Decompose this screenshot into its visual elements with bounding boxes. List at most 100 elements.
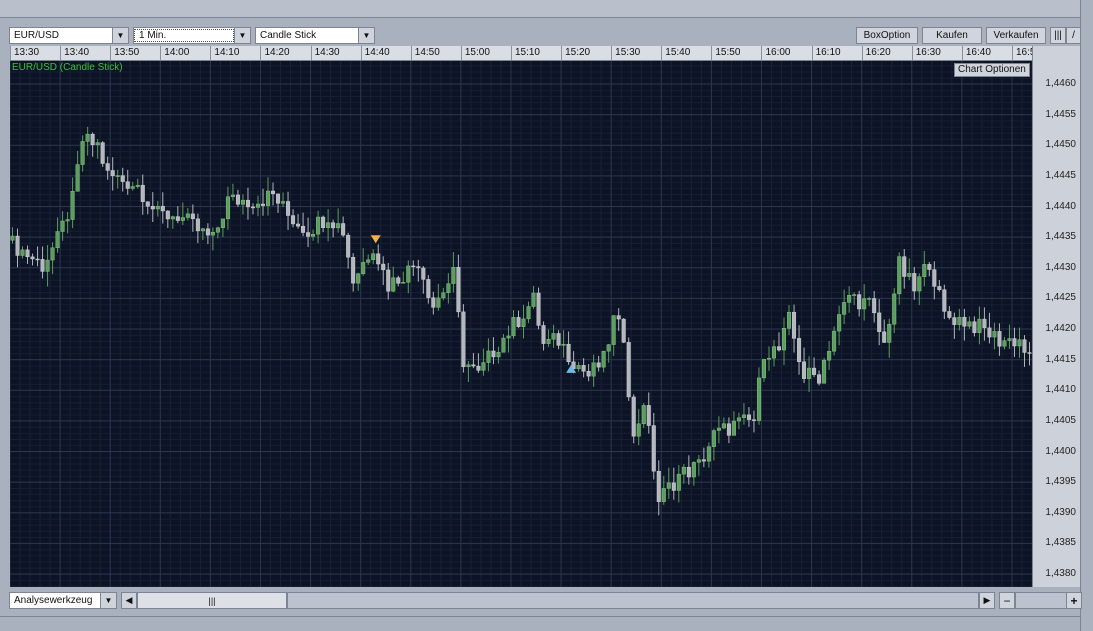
candle-down — [260, 203, 265, 206]
candle-down — [100, 142, 105, 164]
candle-up — [496, 352, 501, 358]
time-label: 13:30 — [10, 46, 60, 60]
price-label: 1,4405 — [1045, 414, 1076, 426]
candle-down — [376, 253, 381, 265]
candle-up — [837, 314, 842, 332]
candle-down — [120, 175, 125, 182]
candle-up — [661, 488, 666, 502]
candle-up — [551, 333, 556, 340]
symbol-select[interactable]: EUR/USD ▼ — [9, 27, 129, 44]
chevron-down-icon[interactable]: ▼ — [358, 28, 374, 43]
scroll-right-icon[interactable]: ▶ — [979, 592, 995, 609]
chevron-down-icon[interactable]: ▼ — [112, 28, 128, 43]
candle-up — [706, 446, 711, 462]
scrollbar-track[interactable] — [287, 592, 979, 609]
time-label: 14:50 — [410, 46, 461, 60]
price-label: 1,4430 — [1045, 261, 1076, 273]
chevron-down-icon[interactable]: ▼ — [100, 593, 116, 608]
chevron-down-icon[interactable]: ▼ — [234, 28, 250, 43]
candle-down — [15, 235, 20, 256]
price-label: 1,4420 — [1045, 323, 1076, 334]
candle-up — [606, 344, 611, 352]
scrollbar-thumb[interactable]: ||| — [137, 592, 287, 609]
time-label: 16:10 — [811, 46, 862, 60]
candle-down — [777, 346, 782, 351]
candle-up — [641, 405, 646, 425]
candle-up — [907, 273, 912, 277]
time-label: 16:5 — [1011, 46, 1032, 60]
candle-down — [125, 181, 130, 189]
time-label: 15:30 — [611, 46, 661, 60]
candle-up — [85, 133, 90, 142]
candle-down — [942, 289, 947, 312]
candle-up — [501, 337, 506, 353]
scroll-left-icon[interactable]: ◀ — [121, 592, 137, 609]
time-label: 14:40 — [360, 46, 411, 60]
candle-up — [721, 423, 726, 429]
candle-up — [681, 466, 686, 475]
symbol-value: EUR/USD — [14, 30, 60, 41]
price-label: 1,4440 — [1045, 200, 1076, 212]
box-option-button[interactable]: BoxOption — [856, 27, 918, 44]
candle-up — [441, 292, 446, 299]
candle-down — [857, 294, 862, 310]
price-label: 1,4460 — [1045, 78, 1076, 89]
candle-down — [566, 343, 571, 363]
candle-up — [1002, 340, 1007, 347]
candle-up — [731, 420, 736, 436]
interval-select[interactable]: 1 Min. ▼ — [133, 27, 251, 44]
chart-type-select[interactable]: Candle Stick ▼ — [255, 27, 375, 44]
candle-down — [421, 267, 426, 280]
candle-down — [416, 266, 421, 269]
price-label: 1,4450 — [1045, 139, 1076, 151]
candle-down — [751, 419, 756, 421]
candle-up — [526, 306, 531, 320]
candle-down — [746, 414, 751, 420]
candle-up — [977, 318, 982, 333]
price-label: 1,4385 — [1045, 537, 1076, 549]
candle-down — [105, 163, 110, 171]
buy-button[interactable]: Kaufen — [922, 27, 982, 44]
candlestick-chart[interactable] — [10, 61, 1032, 587]
candle-up — [170, 216, 175, 220]
candle-up — [266, 190, 271, 206]
zoom-slider[interactable] — [1015, 592, 1067, 609]
candle-down — [536, 292, 541, 326]
candle-down — [902, 256, 907, 277]
candle-up — [511, 317, 516, 337]
candle-up — [180, 217, 185, 221]
candle-up — [436, 297, 441, 308]
candle-up — [371, 253, 376, 261]
candle-up — [521, 318, 526, 327]
candle-down — [912, 273, 917, 292]
draw-line-icon[interactable]: / — [1066, 27, 1081, 44]
analysis-tool-select[interactable]: Analysewerkzeug ▼ — [9, 592, 117, 609]
price-axis: 1,4460 1,4455 1,4450 1,4445 1,4440 1,4435 1,44… — [1032, 46, 1080, 587]
candle-down — [491, 350, 496, 358]
sell-button[interactable]: Verkaufen — [986, 27, 1046, 44]
candle-down — [386, 269, 391, 292]
right-scroll-strip[interactable] — [1080, 0, 1093, 631]
indicator-icon[interactable]: ||| — [1050, 27, 1066, 44]
candle-down — [301, 226, 306, 233]
candle-down — [110, 170, 115, 177]
time-label: 14:10 — [210, 46, 260, 60]
candle-up — [892, 293, 897, 325]
candle-down — [877, 312, 882, 332]
candle-down — [250, 206, 255, 209]
sell-marker-icon — [370, 235, 381, 244]
time-label: 16:00 — [761, 46, 811, 60]
price-label: 1,4390 — [1045, 506, 1076, 518]
candle-down — [621, 318, 626, 343]
candle-down — [817, 374, 822, 384]
candle-up — [311, 234, 316, 237]
zoom-in-button[interactable]: + — [1066, 592, 1082, 609]
candle-down — [431, 297, 436, 308]
chart-options-button[interactable]: Chart Optionen — [954, 63, 1030, 77]
zoom-out-button[interactable]: − — [999, 592, 1015, 609]
time-label: 14:30 — [310, 46, 361, 60]
candle-down — [286, 201, 291, 216]
candle-down — [651, 425, 656, 472]
candle-up — [716, 427, 721, 431]
candle-down — [145, 201, 150, 207]
